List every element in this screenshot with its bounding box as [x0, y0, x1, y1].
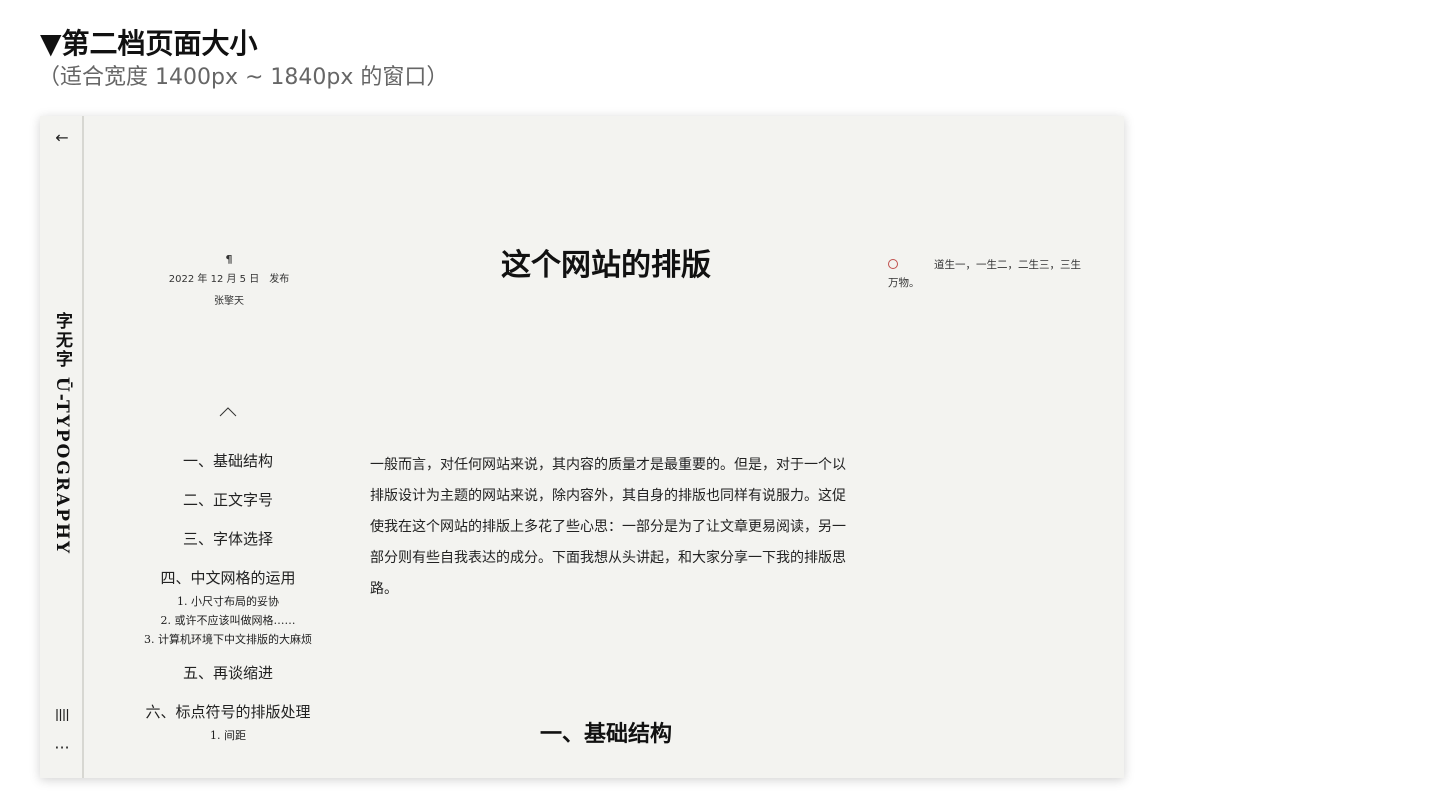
side-note-text: 道生一，一生二，二生三，三生万物。	[888, 259, 1081, 289]
article-paragraph: 一般而言，对任何网站来说，其内容的质量才是最重要的。但是，对于一个以排版设计为主…	[370, 457, 846, 597]
toc-item[interactable]: 三、字体选择	[130, 526, 326, 552]
toc-subitem[interactable]: 3. 计算机环境下中文排版的大麻烦	[130, 633, 326, 647]
toc-item[interactable]: 四、中文网格的运用	[130, 565, 326, 591]
toc-subitem[interactable]: 1. 小尺寸布局的妥协	[130, 595, 326, 609]
more-icon[interactable]: ···	[52, 738, 72, 758]
chevron-up-icon[interactable]	[218, 406, 238, 418]
page-heading: ▼第二档页面大小	[40, 27, 258, 60]
circle-marker-icon	[888, 259, 898, 269]
bars-icon[interactable]	[52, 706, 72, 724]
toc-subitem[interactable]: 1. 间距	[130, 729, 326, 743]
back-arrow-icon[interactable]: ←	[52, 128, 72, 148]
toc-item[interactable]: 五、再谈缩进	[130, 660, 326, 686]
pilcrow-icon[interactable]: ¶	[160, 252, 298, 268]
publish-date: 2022 年 12 月 5 日 发布	[168, 274, 290, 285]
author-name: 张擎天	[214, 296, 244, 307]
toc-item[interactable]: 一、基础结构	[130, 448, 326, 474]
side-note: 道生一，一生二，二生三，三生万物。	[888, 256, 1088, 292]
toc-subitem-group: 1. 小尺寸布局的妥协 2. 或许不应该叫做网格…… 3. 计算机环境下中文排版…	[130, 595, 326, 647]
toc-subitem[interactable]: 2. 或许不应该叫做网格……	[130, 614, 326, 628]
website-preview: ← 字无字 Ū-TYPOGRAPHY ··· ¶ 2022 年 12 月 5 日…	[40, 116, 1124, 778]
toc-item[interactable]: 六、标点符号的排版处理	[130, 699, 326, 725]
toc-item[interactable]: 二、正文字号	[130, 487, 326, 513]
article-meta: ¶ 2022 年 12 月 5 日 发布 张擎天	[160, 252, 298, 312]
table-of-contents: 一、基础结构 二、正文字号 三、字体选择 四、中文网格的运用 1. 小尺寸布局的…	[130, 448, 326, 748]
site-brand-logo[interactable]: 字无字 Ū-TYPOGRAPHY	[50, 312, 75, 555]
page-subheading: （适合宽度 1400px ~ 1840px 的窗口）	[38, 65, 449, 90]
article-title: 这个网站的排版	[501, 248, 711, 283]
vertical-sidebar: ← 字无字 Ū-TYPOGRAPHY ···	[40, 116, 84, 778]
section-heading: 一、基础结构	[539, 721, 672, 747]
